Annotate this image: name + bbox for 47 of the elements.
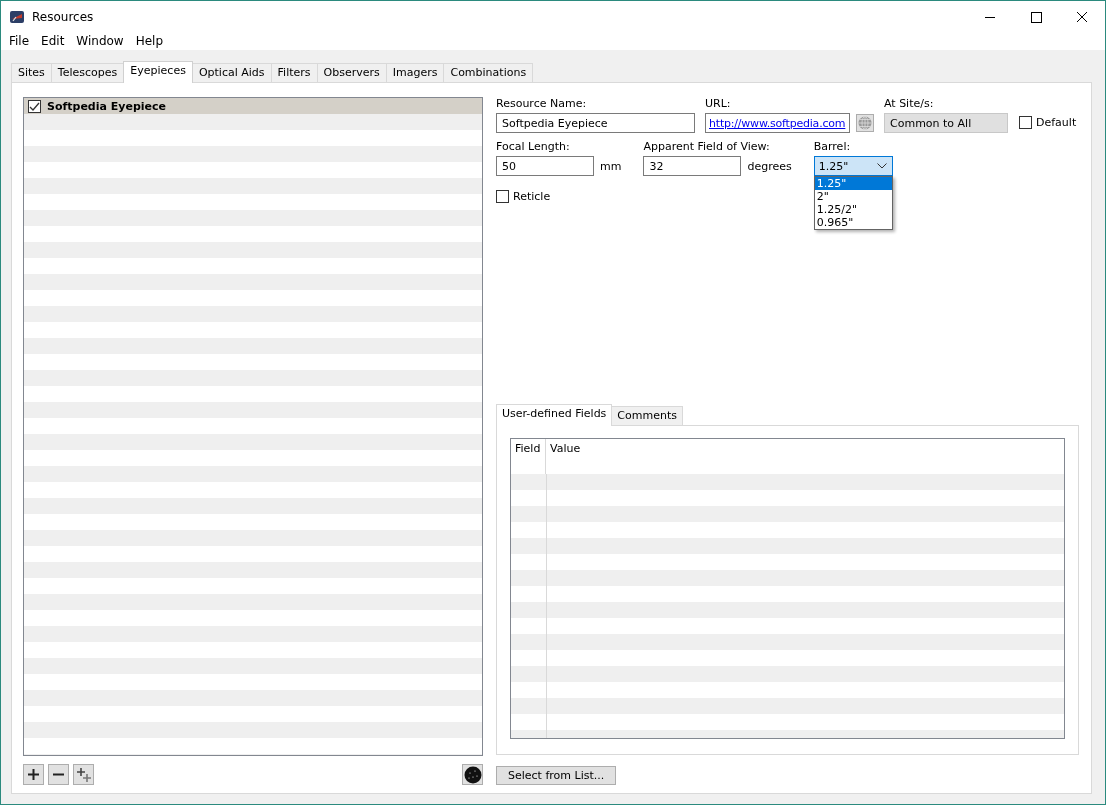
plus-icon [28, 769, 39, 780]
window-title: Resources [32, 10, 94, 24]
dropdown-option[interactable]: 2" [814, 190, 892, 203]
checkbox[interactable] [28, 99, 41, 113]
menu-item[interactable]: File [3, 34, 36, 48]
field-label: Resource Name: [496, 97, 588, 110]
column-header: Value [549, 441, 582, 457]
checkbox[interactable] [1019, 116, 1032, 129]
globe-icon [858, 116, 872, 130]
tab[interactable]: Eyepieces [123, 61, 193, 83]
dropdown-option[interactable]: 1.25" [814, 177, 892, 190]
tab[interactable]: Sites [11, 63, 52, 82]
star-field-icon [463, 765, 482, 784]
field-label: Apparent Field of View: [643, 140, 771, 153]
field-label: URL: [705, 97, 732, 110]
field-label: At Site/s: [884, 97, 935, 110]
select-from-list-button[interactable]: Select from List... [496, 766, 617, 785]
app-icon [9, 9, 25, 25]
item-label: Softpedia Eyepiece [47, 99, 166, 113]
add-button[interactable] [23, 764, 44, 785]
menu-item[interactable]: Window [70, 34, 130, 48]
tab[interactable]: User-defined Fields [496, 404, 613, 426]
sites-field[interactable]: Common to All [884, 113, 1008, 133]
menu-item[interactable]: Edit [35, 34, 71, 48]
field-label: Barrel: [813, 140, 852, 153]
column-header: Field [511, 439, 546, 474]
remove-button[interactable] [48, 764, 69, 785]
tab[interactable]: Combinations [443, 63, 534, 82]
barrel-dropdown[interactable]: 1.25" [813, 156, 893, 176]
double-plus-icon [76, 767, 91, 782]
name-field[interactable]: Softpedia Eyepiece [496, 113, 695, 133]
list-item[interactable]: Softpedia Eyepiece [24, 98, 482, 114]
menu-item[interactable]: Help [129, 34, 170, 48]
sky-button[interactable] [462, 764, 483, 785]
checkbox-label: Default [1036, 116, 1077, 129]
fov-field[interactable]: 32 [643, 156, 742, 176]
field-label: Focal Length: [496, 140, 571, 153]
add-multiple-button[interactable] [73, 764, 94, 785]
checkbox[interactable] [496, 190, 509, 203]
checkbox-label: Reticle [513, 190, 551, 203]
tab[interactable]: Comments [611, 406, 683, 425]
dropdown-option[interactable]: 0.965" [814, 216, 892, 229]
focal-length-field[interactable]: 50 [496, 156, 594, 176]
unit-label: degrees [747, 159, 792, 173]
chevron-down-icon [876, 163, 887, 169]
dropdown-option[interactable]: 1.25/2" [814, 203, 892, 216]
unit-label: mm [600, 159, 622, 173]
